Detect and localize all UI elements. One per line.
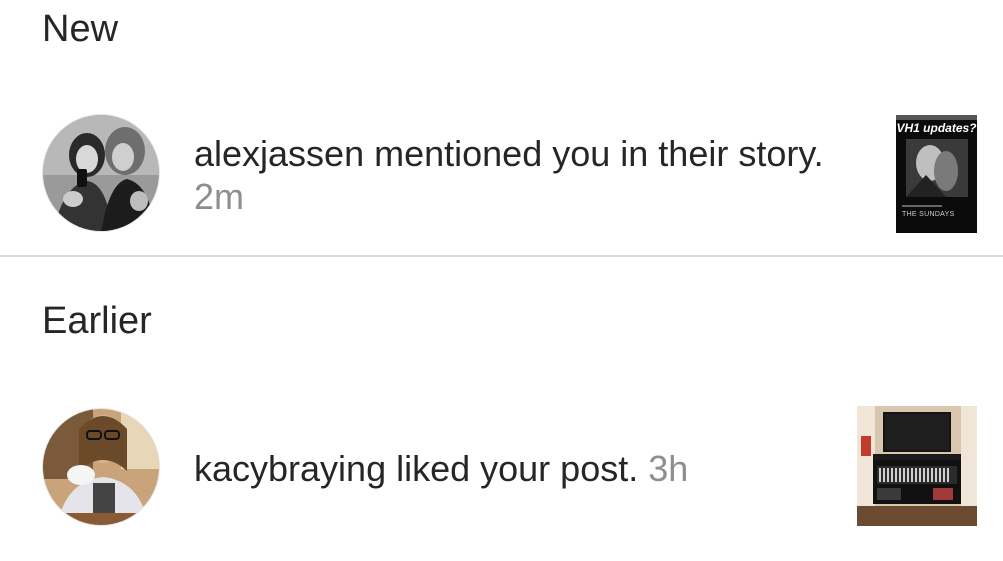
- post-thumbnail[interactable]: [857, 406, 977, 526]
- avatar[interactable]: [42, 408, 160, 526]
- notification-action: mentioned you in their story.: [364, 133, 824, 174]
- timestamp: 3h: [648, 448, 689, 489]
- avatar[interactable]: [42, 114, 160, 232]
- username-link[interactable]: alexjassen: [194, 133, 364, 174]
- thumbnail-headline: VH1 updates?: [896, 121, 977, 135]
- section-title-new: New: [42, 8, 119, 50]
- notification-action: liked your post.: [386, 448, 639, 489]
- post-thumbnail-icon: [857, 406, 977, 526]
- divider: [0, 255, 1003, 257]
- notification-row[interactable]: alexjassen mentioned you in their story.…: [0, 112, 1003, 236]
- user-photo-avatar-icon: [43, 409, 159, 525]
- notification-row[interactable]: kacybraying liked your post. 3h: [0, 406, 1003, 528]
- thumbnail-footer: THE SUNDAYS: [902, 211, 955, 218]
- section-title-earlier: Earlier: [42, 300, 152, 342]
- username-link[interactable]: kacybraying: [194, 448, 386, 489]
- user-photo-avatar-icon: [43, 115, 159, 231]
- notification-text: alexjassen mentioned you in their story.…: [194, 132, 834, 218]
- story-thumbnail[interactable]: VH1 updates? THE SUNDAYS: [896, 115, 977, 233]
- notification-text: kacybraying liked your post. 3h: [194, 447, 834, 490]
- timestamp: 2m: [194, 176, 245, 217]
